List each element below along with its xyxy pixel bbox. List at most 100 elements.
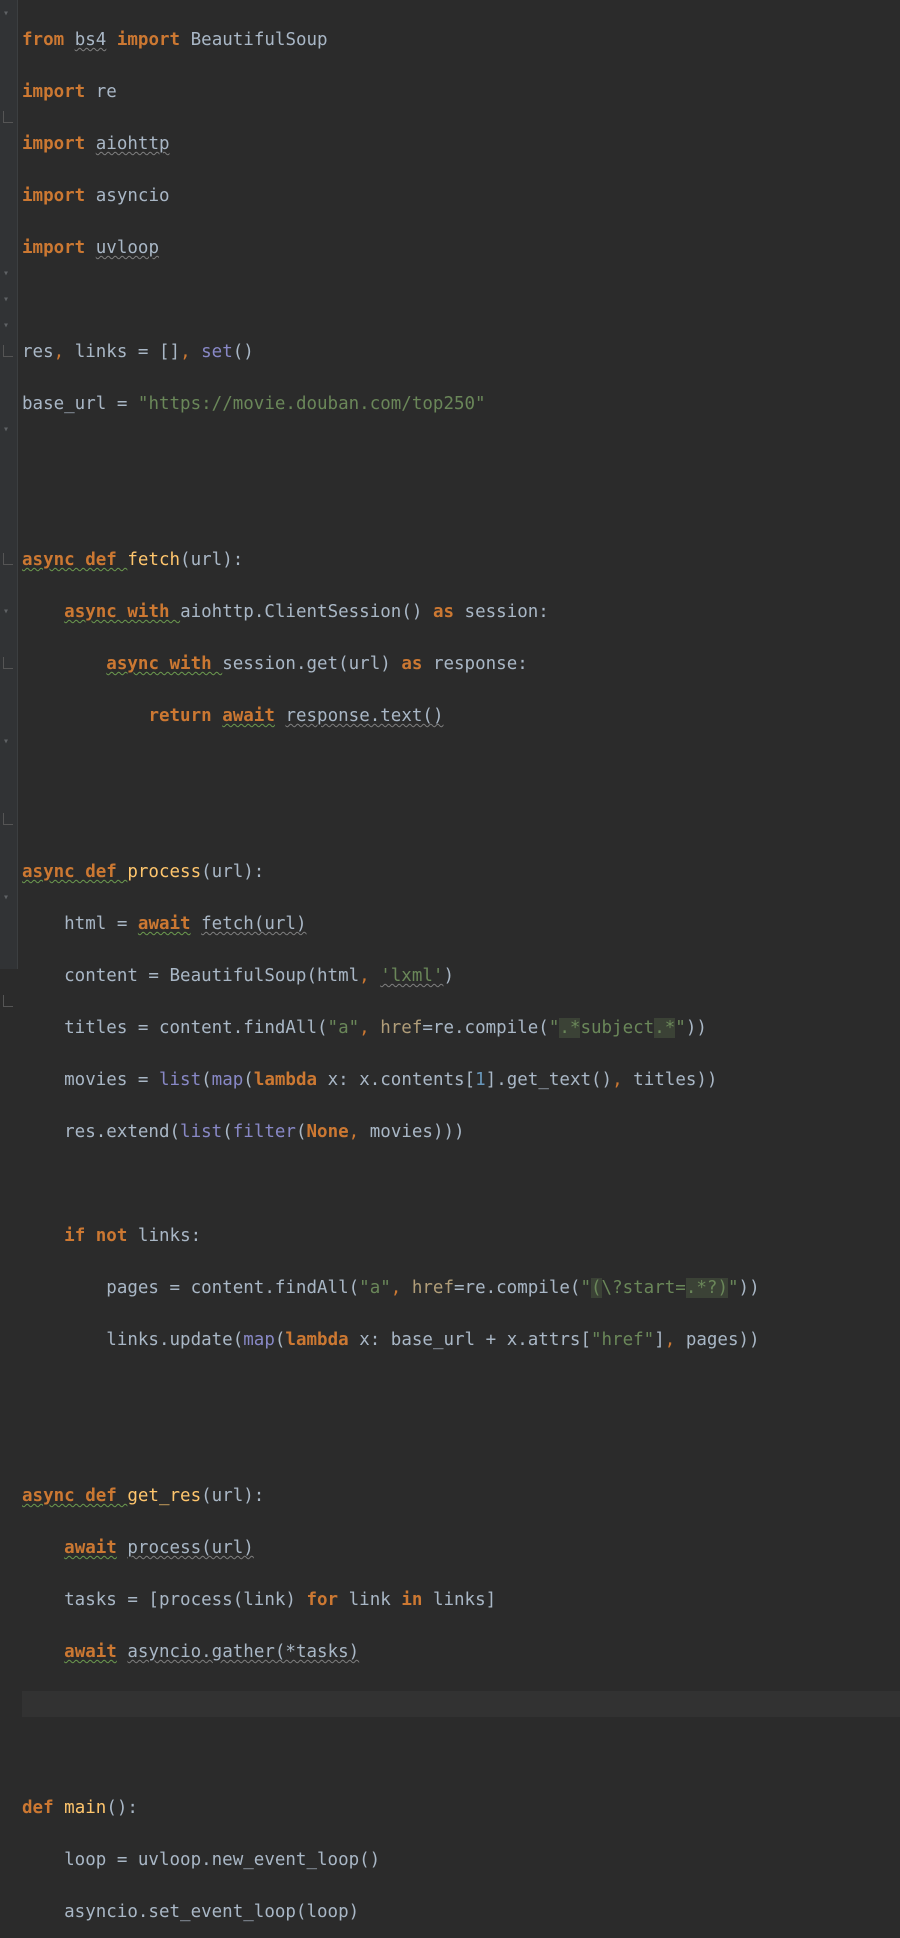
number-1: 1: [475, 1070, 486, 1090]
keyword-await: await: [138, 914, 191, 934]
keyword-async-with: async with: [106, 654, 222, 674]
keyword-lambda: lambda: [254, 1070, 328, 1090]
var-res: res: [22, 342, 54, 362]
module-asyncio: asyncio: [96, 186, 170, 206]
code-line[interactable]: await process(url): [22, 1535, 900, 1561]
fold-end-icon: [3, 111, 13, 123]
module-uvloop: uvloop: [96, 238, 159, 258]
fold-end-icon: [3, 995, 13, 1007]
keyword-if-not: if not: [64, 1226, 138, 1246]
code-line[interactable]: [22, 287, 900, 313]
kwarg-href: href: [380, 1018, 422, 1038]
code-line[interactable]: [22, 1743, 900, 1769]
fold-open-icon[interactable]: ▾: [3, 9, 13, 19]
keyword-import: import: [22, 238, 85, 258]
func-main: main: [64, 1798, 106, 1818]
fold-end-icon: [3, 345, 13, 357]
code-line[interactable]: import asyncio: [22, 183, 900, 209]
builtin-map: map: [243, 1330, 275, 1350]
builtin-list: list: [159, 1070, 201, 1090]
code-line[interactable]: [22, 1431, 900, 1457]
var-links: links: [75, 342, 128, 362]
keyword-as: as: [433, 602, 465, 622]
keyword-def: def: [22, 1798, 64, 1818]
keyword-await: await: [64, 1538, 117, 1558]
fold-open-icon[interactable]: ▾: [3, 893, 13, 903]
code-line[interactable]: import aiohttp: [22, 131, 900, 157]
func-fetch: fetch: [127, 550, 180, 570]
kwarg-href: href: [412, 1278, 454, 1298]
import-name: BeautifulSoup: [191, 30, 328, 50]
code-line[interactable]: res.extend(list(filter(None, movies))): [22, 1119, 900, 1145]
keyword-async-with: async with: [64, 602, 180, 622]
code-line[interactable]: async def get_res(url):: [22, 1483, 900, 1509]
string-url: "https://movie.douban.com/top250": [138, 394, 486, 414]
code-line[interactable]: import re: [22, 79, 900, 105]
keyword-await: await: [64, 1642, 117, 1662]
code-line[interactable]: pages = content.findAll("a", href=re.com…: [22, 1275, 900, 1301]
code-line[interactable]: movies = list(map(lambda x: x.contents[1…: [22, 1067, 900, 1093]
module-bs4: bs4: [75, 30, 107, 50]
code-line[interactable]: async def process(url):: [22, 859, 900, 885]
code-line[interactable]: [22, 807, 900, 833]
keyword-return: return: [148, 706, 222, 726]
keyword-async-def: async def: [22, 1486, 127, 1506]
code-line[interactable]: tasks = [process(link) for link in links…: [22, 1587, 900, 1613]
code-line[interactable]: html = await fetch(url): [22, 911, 900, 937]
builtin-filter: filter: [233, 1122, 296, 1142]
code-line[interactable]: loop = uvloop.new_event_loop(): [22, 1847, 900, 1873]
code-area[interactable]: from bs4 import BeautifulSoup import re …: [18, 0, 900, 969]
keyword-import: import: [22, 186, 85, 206]
code-line[interactable]: titles = content.findAll("a", href=re.co…: [22, 1015, 900, 1041]
keyword-import: import: [22, 134, 85, 154]
code-line[interactable]: [22, 1379, 900, 1405]
code-editor[interactable]: ▾ ▾ ▾ ▾ ▾ ▾ ▾ ▾: [0, 0, 900, 969]
code-line[interactable]: from bs4 import BeautifulSoup: [22, 27, 900, 53]
code-line[interactable]: content = BeautifulSoup(html, 'lxml'): [22, 963, 900, 989]
fold-end-icon: [3, 657, 13, 669]
fold-open-icon[interactable]: ▾: [3, 607, 13, 617]
code-line[interactable]: [22, 495, 900, 521]
keyword-for: for: [306, 1590, 348, 1610]
code-line[interactable]: await asyncio.gather(*tasks): [22, 1639, 900, 1665]
string-href: "href": [591, 1330, 654, 1350]
code-line[interactable]: [22, 755, 900, 781]
keyword-in: in: [401, 1590, 433, 1610]
fold-open-icon[interactable]: ▾: [3, 295, 13, 305]
keyword-await: await: [222, 706, 275, 726]
string-lxml: 'lxml': [380, 966, 443, 986]
code-line[interactable]: res, links = [], set(): [22, 339, 900, 365]
code-line[interactable]: return await response.text(): [22, 703, 900, 729]
keyword-import: import: [117, 30, 180, 50]
keyword-as: as: [401, 654, 433, 674]
code-line[interactable]: [22, 1171, 900, 1197]
keyword-async-def: async def: [22, 862, 127, 882]
code-line[interactable]: if not links:: [22, 1223, 900, 1249]
code-line[interactable]: base_url = "https://movie.douban.com/top…: [22, 391, 900, 417]
func-get-res: get_res: [127, 1486, 201, 1506]
code-line[interactable]: async def fetch(url):: [22, 547, 900, 573]
module-aiohttp: aiohttp: [96, 134, 170, 154]
code-line[interactable]: [22, 443, 900, 469]
fold-open-icon[interactable]: ▾: [3, 321, 13, 331]
keyword-lambda: lambda: [285, 1330, 359, 1350]
module-re: re: [96, 82, 117, 102]
keyword-none: None: [307, 1122, 349, 1142]
fold-open-icon[interactable]: ▾: [3, 425, 13, 435]
code-line[interactable]: async with aiohttp.ClientSession() as se…: [22, 599, 900, 625]
code-line[interactable]: [22, 1691, 900, 1717]
fold-end-icon: [3, 553, 13, 565]
func-process: process: [127, 862, 201, 882]
code-line[interactable]: import uvloop: [22, 235, 900, 261]
code-line[interactable]: def main():: [22, 1795, 900, 1821]
fold-open-icon[interactable]: ▾: [3, 269, 13, 279]
keyword-async-def: async def: [22, 550, 127, 570]
builtin-map: map: [212, 1070, 244, 1090]
code-line[interactable]: links.update(map(lambda x: base_url + x.…: [22, 1327, 900, 1353]
fold-open-icon[interactable]: ▾: [3, 737, 13, 747]
keyword-from: from: [22, 30, 64, 50]
gutter: ▾ ▾ ▾ ▾ ▾ ▾ ▾ ▾: [0, 0, 18, 969]
builtin-list: list: [180, 1122, 222, 1142]
code-line[interactable]: async with session.get(url) as response:: [22, 651, 900, 677]
code-line[interactable]: asyncio.set_event_loop(loop): [22, 1899, 900, 1925]
